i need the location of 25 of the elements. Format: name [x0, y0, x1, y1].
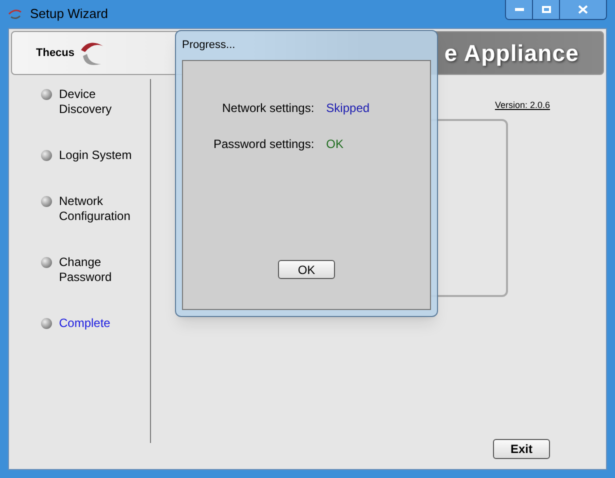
step-label: Login System — [59, 148, 133, 163]
close-icon — [578, 5, 588, 14]
step-label: Complete — [59, 316, 112, 331]
version-link[interactable]: Version: 2.0.6 — [494, 99, 550, 112]
minimize-button[interactable] — [506, 0, 533, 19]
banner-tagline: e Appliance — [444, 38, 579, 68]
maximize-button[interactable] — [533, 0, 560, 19]
app-icon — [8, 8, 22, 20]
step-bullet-icon — [41, 150, 52, 161]
dialog-title: Progress... — [182, 38, 236, 53]
step-bullet-icon — [41, 318, 52, 329]
result-value: OK — [326, 136, 345, 152]
step-bullet-icon — [41, 257, 52, 268]
window-title: Setup Wizard — [30, 5, 108, 24]
step-label: Device Discovery — [59, 87, 113, 117]
exit-button[interactable]: Exit — [493, 439, 550, 459]
step-label: Change Password — [59, 255, 113, 285]
result-value: Skipped — [326, 100, 370, 116]
ok-button[interactable]: OK — [278, 260, 335, 279]
step-bullet-icon — [41, 196, 52, 207]
step-label: Network Configuration — [59, 194, 132, 224]
result-label: Network settings: — [221, 100, 314, 116]
result-label: Password settings: — [213, 136, 314, 152]
logo-text: Thecus — [36, 46, 75, 61]
step-bullet-icon — [41, 89, 52, 100]
